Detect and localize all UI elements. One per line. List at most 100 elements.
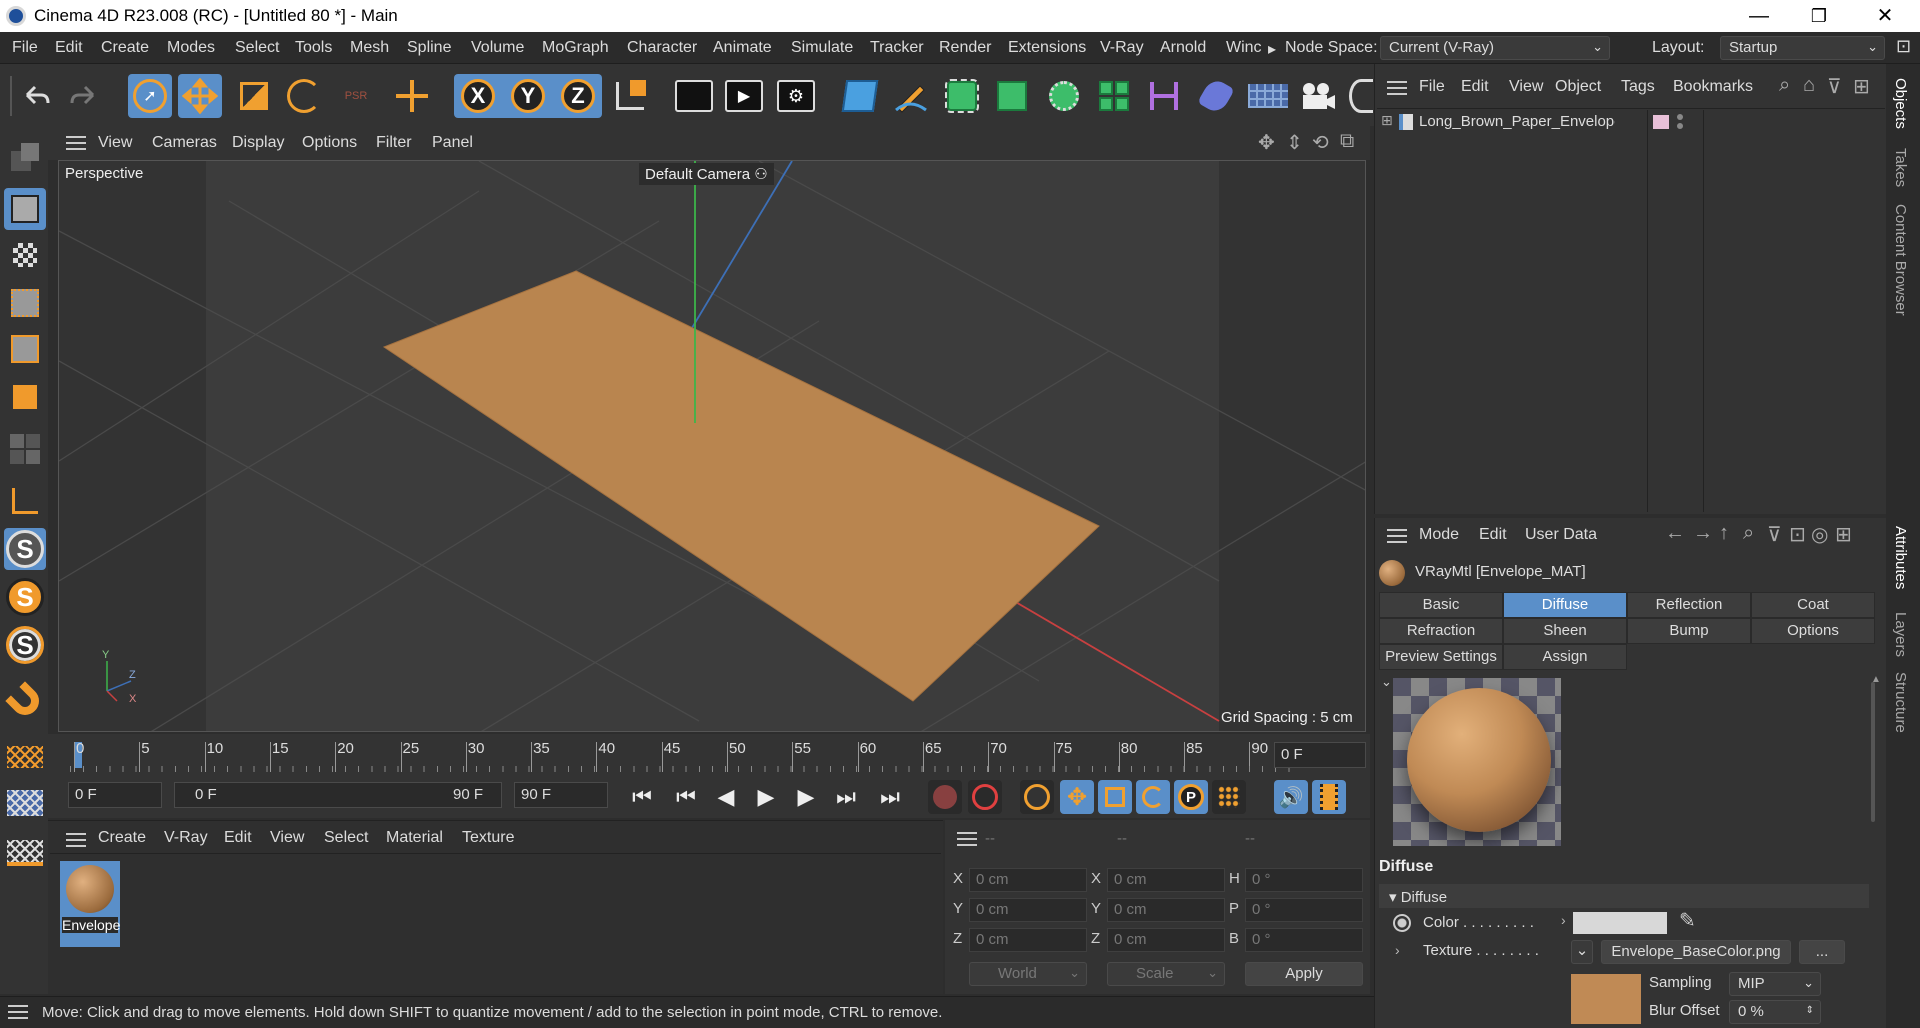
- position-y-field[interactable]: 0 cm: [969, 898, 1087, 922]
- menu-window[interactable]: Winc: [1226, 39, 1262, 57]
- record-icon[interactable]: [928, 780, 962, 814]
- edges-mode-icon[interactable]: [4, 328, 46, 370]
- menu-tools[interactable]: Tools: [295, 39, 332, 57]
- layout-dropdown[interactable]: Startup ⌄: [1720, 36, 1885, 60]
- select-arrow-icon[interactable]: ➚: [128, 74, 172, 118]
- texture-more-button[interactable]: ...: [1799, 940, 1845, 964]
- locked-workplane-icon[interactable]: [4, 782, 46, 824]
- menu-simulate[interactable]: Simulate: [791, 39, 853, 57]
- model-mode-icon[interactable]: [4, 188, 46, 230]
- axis-y-icon[interactable]: Y: [506, 74, 550, 118]
- texture-thumbnail[interactable]: [1571, 974, 1641, 1024]
- material-menu-material[interactable]: Material: [386, 829, 443, 847]
- tab-sheen[interactable]: Sheen: [1503, 618, 1627, 644]
- new-window-icon[interactable]: ⊞: [1853, 74, 1870, 99]
- cloner-icon[interactable]: [1042, 74, 1086, 118]
- status-hamburger-icon[interactable]: [8, 1005, 28, 1019]
- material-menu-view[interactable]: View: [270, 829, 304, 847]
- size-x-field[interactable]: 0 cm: [1107, 868, 1225, 892]
- play-icon[interactable]: ▶: [748, 780, 784, 814]
- go-to-start-icon[interactable]: ⏮: [624, 780, 660, 814]
- apply-button[interactable]: Apply: [1245, 962, 1363, 986]
- texture-file-button[interactable]: Envelope_BaseColor.png: [1601, 940, 1791, 964]
- scroll-up-icon[interactable]: ▲: [1871, 674, 1881, 685]
- cube-icon[interactable]: [838, 74, 882, 118]
- object-menu-file[interactable]: File: [1419, 78, 1445, 96]
- previous-key-icon[interactable]: ⏮: [668, 780, 704, 814]
- deformer-icon[interactable]: [1194, 74, 1238, 118]
- forward-arrow-icon[interactable]: →: [1693, 522, 1713, 545]
- next-frame-icon[interactable]: ▶: [788, 780, 824, 814]
- viewport-maximize-icon[interactable]: ⧉: [1340, 130, 1354, 153]
- object-name[interactable]: Long_Brown_Paper_Envelope_g: [1419, 113, 1615, 130]
- toolbar-more-icon[interactable]: [1346, 74, 1376, 118]
- eyedropper-icon[interactable]: ✎: [1679, 908, 1696, 933]
- timeline-ruler[interactable]: 0 5 10 15 20 25 30 35 40 45 50 55 60 65 70 75 80 85 90 0 F: [48, 734, 1370, 774]
- texture-menu-dropdown[interactable]: ⌄: [1571, 940, 1593, 964]
- editor-visibility-dot[interactable]: [1677, 114, 1683, 120]
- make-editable-icon[interactable]: [4, 136, 46, 178]
- color-animate-radio[interactable]: [1393, 914, 1411, 932]
- diffuse-group-header[interactable]: ▾ Diffuse: [1379, 884, 1869, 908]
- texture-mode-icon[interactable]: [4, 234, 46, 276]
- viewport-rotate-icon[interactable]: ⟲: [1312, 130, 1329, 155]
- viewport-zoom-icon[interactable]: ⇕: [1286, 130, 1303, 155]
- tab-bump[interactable]: Bump: [1627, 618, 1751, 644]
- solo-off-icon[interactable]: S: [4, 528, 46, 570]
- back-arrow-icon[interactable]: ←: [1665, 522, 1685, 545]
- tab-reflection[interactable]: Reflection: [1627, 592, 1751, 618]
- menu-character[interactable]: Character: [627, 39, 697, 57]
- polygons-mode-icon[interactable]: [4, 376, 46, 418]
- maximize-button[interactable]: ❐: [1796, 2, 1842, 30]
- camera-label[interactable]: Default Camera ⚇: [639, 163, 774, 185]
- target-icon[interactable]: ◎: [1811, 522, 1828, 547]
- layer-color-tag[interactable]: [1653, 115, 1669, 129]
- object-menu-object[interactable]: Object: [1555, 78, 1601, 96]
- rotation-h-field[interactable]: 0 °: [1245, 868, 1363, 892]
- material-menu-edit[interactable]: Edit: [224, 829, 252, 847]
- object-hamburger-icon[interactable]: [1387, 81, 1407, 95]
- envelope-plane[interactable]: [382, 270, 1100, 702]
- up-arrow-icon[interactable]: ↑: [1719, 522, 1729, 545]
- menu-spline[interactable]: Spline: [407, 39, 451, 57]
- menu-modes[interactable]: Modes: [167, 39, 215, 57]
- side-tab-structure[interactable]: Structure: [1892, 672, 1909, 733]
- planar-workplane-icon[interactable]: [4, 832, 46, 874]
- side-tab-objects[interactable]: Objects: [1892, 78, 1909, 129]
- position-z-field[interactable]: 0 cm: [969, 928, 1087, 952]
- layout-lock-icon[interactable]: ⊡: [1896, 36, 1911, 57]
- size-z-field[interactable]: 0 cm: [1107, 928, 1225, 952]
- camera-icon[interactable]: [1296, 74, 1340, 118]
- floor-icon[interactable]: [1246, 74, 1290, 118]
- tab-assign[interactable]: Assign: [1503, 644, 1627, 670]
- coord-move-icon[interactable]: [390, 74, 434, 118]
- coordinate-system-icon[interactable]: [608, 74, 652, 118]
- menu-overflow-icon[interactable]: ▸: [1268, 39, 1276, 59]
- undo-icon[interactable]: [14, 74, 58, 118]
- tab-preview-settings[interactable]: Preview Settings: [1379, 644, 1503, 670]
- material-menu-create[interactable]: Create: [98, 829, 146, 847]
- side-tab-attributes[interactable]: Attributes: [1892, 526, 1909, 589]
- go-to-end-icon[interactable]: ⏭: [872, 780, 908, 814]
- rotation-p-field[interactable]: 0 °: [1245, 898, 1363, 922]
- menu-mograph[interactable]: MoGraph: [542, 39, 609, 57]
- key-rotation-icon[interactable]: [1136, 780, 1170, 814]
- move-icon[interactable]: [178, 74, 222, 118]
- axis-z-icon[interactable]: Z: [556, 74, 600, 118]
- pen-icon[interactable]: [888, 74, 932, 118]
- next-key-icon[interactable]: ⏭: [828, 780, 864, 814]
- lock-icon[interactable]: ⊡: [1789, 522, 1806, 547]
- attributes-menu-edit[interactable]: Edit: [1479, 526, 1507, 544]
- menu-render[interactable]: Render: [939, 39, 991, 57]
- material-menu-texture[interactable]: Texture: [462, 829, 514, 847]
- menu-create[interactable]: Create: [101, 39, 149, 57]
- material-swatch-envelope[interactable]: Envelope: [60, 861, 120, 947]
- tab-diffuse[interactable]: Diffuse: [1503, 592, 1627, 618]
- end-frame-field[interactable]: 90 F: [514, 782, 608, 808]
- uv-mode-icon[interactable]: [4, 428, 46, 470]
- blur-offset-field[interactable]: 0 % ⇕: [1729, 1000, 1821, 1024]
- menu-mesh[interactable]: Mesh: [350, 39, 389, 57]
- viewport-menu-display[interactable]: Display: [232, 134, 284, 152]
- render-visibility-dot[interactable]: [1677, 123, 1683, 129]
- frame-range-slider[interactable]: 0 F 90 F: [174, 782, 502, 808]
